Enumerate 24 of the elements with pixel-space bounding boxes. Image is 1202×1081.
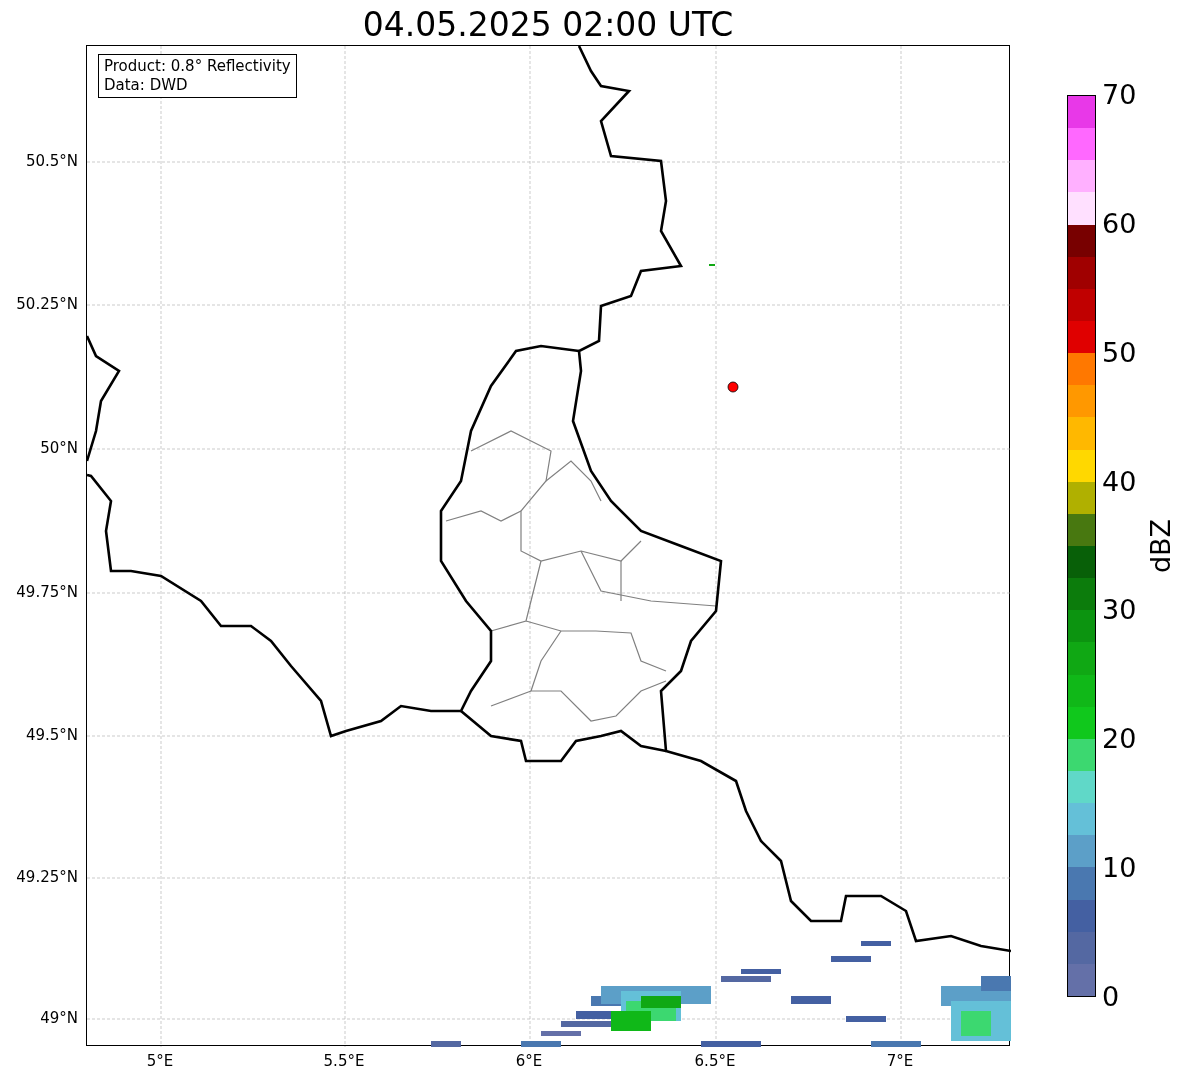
scale-tick-label: 40 (1102, 466, 1137, 497)
scale-unit-label: dBZ (1146, 518, 1176, 574)
scale-tick-label: 10 (1102, 853, 1137, 884)
latitude-label: 50.25°N (16, 295, 78, 313)
latitude-label: 49.25°N (16, 868, 78, 886)
chart-title: 04.05.2025 02:00 UTC (362, 5, 734, 45)
info-text: Product: 0.8° Reflectivity (104, 57, 291, 76)
longitude-label: 6.5°E (694, 1052, 736, 1070)
longitude-label: 7°E (886, 1052, 914, 1070)
latitude-label: 49.5°N (25, 726, 78, 744)
latitude-label: 50°N (40, 439, 78, 457)
info-text: Data: DWD (104, 76, 189, 95)
scale-tick-label: 30 (1102, 595, 1137, 626)
scale-tick-label: 20 (1102, 724, 1137, 755)
latitude-label: 49.75°N (16, 583, 78, 601)
longitude-label: 5°E (146, 1052, 174, 1070)
scale-tick-label: 60 (1102, 208, 1137, 239)
scale-tick-label: 0 (1102, 982, 1120, 1012)
longitude-label: 6°E (515, 1052, 543, 1070)
longitude-label: 5.5°E (323, 1052, 365, 1070)
latitude-label: 50.5°N (25, 152, 78, 170)
scale-tick-label: 70 (1102, 80, 1137, 110)
scale-tick-label: 50 (1102, 337, 1137, 368)
latitude-label: 49°N (40, 1009, 78, 1027)
